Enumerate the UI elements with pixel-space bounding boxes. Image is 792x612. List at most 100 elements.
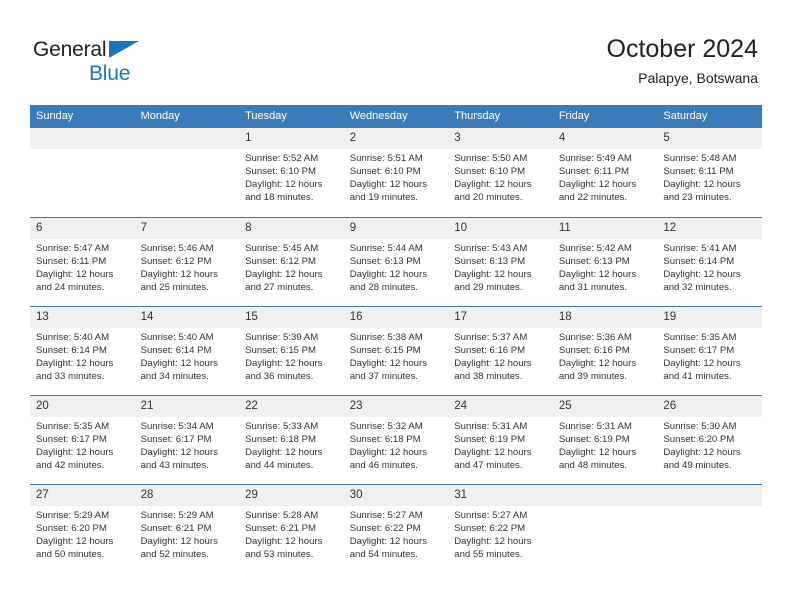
calendar-day-cell-empty <box>134 128 240 217</box>
daylight-text-line2: and 18 minutes. <box>245 192 314 204</box>
sunrise-text: Sunrise: 5:34 AM <box>140 420 214 432</box>
day-number: 31 <box>448 484 553 506</box>
daylight-text-line2: and 23 minutes. <box>663 192 732 204</box>
sunset-text: Sunset: 6:10 PM <box>349 166 421 178</box>
daylight-text-line1: Daylight: 12 hours <box>36 268 114 280</box>
calendar-day-cell[interactable]: 3 Sunrise: 5:50 AM Sunset: 6:10 PM Daylight… <box>448 128 553 217</box>
daylight-text-line1: Daylight: 12 hours <box>36 446 114 458</box>
daylight-text-line2: and 52 minutes. <box>140 548 209 560</box>
sunrise-text: Sunrise: 5:37 AM <box>454 331 528 343</box>
day-number: 4 <box>552 128 658 149</box>
calendar-day-cell[interactable]: 2 Sunrise: 5:51 AM Sunset: 6:10 PM Daylight… <box>343 128 449 217</box>
sunset-text: Sunset: 6:13 PM <box>558 255 630 267</box>
daylight-text-line2: and 48 minutes. <box>558 459 628 471</box>
sunrise-text: Sunrise: 5:40 AM <box>36 331 110 343</box>
daylight-text-line2: and 32 minutes. <box>663 281 732 293</box>
day-number: 21 <box>134 395 240 417</box>
sunrise-text: Sunrise: 5:38 AM <box>349 331 423 343</box>
sunset-text: Sunset: 6:14 PM <box>140 344 212 356</box>
daylight-text-line1: Daylight: 12 hours <box>558 446 637 458</box>
day-details: Sunrise: 5:46 AM Sunset: 6:12 PM Daylight:… <box>135 239 240 294</box>
daylight-text-line1: Daylight: 12 hours <box>140 268 218 280</box>
sunrise-text: Sunrise: 5:28 AM <box>245 509 319 521</box>
page-subtitle: Palapye, Botswana <box>638 70 758 86</box>
day-details: Sunrise: 5:40 AM Sunset: 6:14 PM Daylight:… <box>135 328 240 383</box>
day-details: Sunrise: 5:51 AM Sunset: 6:10 PM Daylight:… <box>344 149 449 204</box>
calendar-day-cell-empty <box>657 483 762 573</box>
day-number: 9 <box>343 217 449 239</box>
day-number: 8 <box>239 217 344 239</box>
general-blue-logo[interactable]: General Blue <box>33 38 223 86</box>
calendar-day-cell[interactable]: 17 Sunrise: 5:37 AM Sunset: 6:16 PM Dayligh… <box>448 305 553 395</box>
calendar-page: General Blue October 2024 Palapye, Botsw… <box>0 0 792 612</box>
sunrise-text: Sunrise: 5:35 AM <box>36 420 110 432</box>
daylight-text-line2: and 55 minutes. <box>454 548 523 560</box>
calendar-day-cell[interactable]: 4 Sunrise: 5:49 AM Sunset: 6:11 PM Daylight… <box>552 128 658 217</box>
calendar-week-row: 20 Sunrise: 5:35 AM Sunset: 6:17 PM Dayligh… <box>30 394 762 484</box>
calendar-day-cell[interactable]: 29 Sunrise: 5:28 AM Sunset: 6:21 PM Dayligh… <box>239 483 344 573</box>
calendar-day-cell[interactable]: 20 Sunrise: 5:35 AM Sunset: 6:17 PM Dayligh… <box>30 394 135 484</box>
calendar-day-cell[interactable]: 19 Sunrise: 5:35 AM Sunset: 6:17 PM Dayligh… <box>657 305 762 395</box>
daylight-text-line2: and 44 minutes. <box>245 459 314 471</box>
calendar-day-cell[interactable]: 24 Sunrise: 5:31 AM Sunset: 6:19 PM Dayligh… <box>448 394 553 484</box>
calendar-day-cell[interactable]: 31 Sunrise: 5:27 AM Sunset: 6:22 PM Dayligh… <box>448 483 553 573</box>
day-number: 20 <box>30 395 135 417</box>
weekday-header-row: Sunday Monday Tuesday Wednesday Thursday Frid… <box>30 105 762 128</box>
day-details: Sunrise: 5:37 AM Sunset: 6:16 PM Daylight:… <box>448 328 553 383</box>
calendar-day-cell[interactable]: 16 Sunrise: 5:38 AM Sunset: 6:15 PM Dayligh… <box>343 305 449 395</box>
day-details: Sunrise: 5:48 AM Sunset: 6:11 PM Daylight:… <box>657 149 762 204</box>
calendar-day-cell[interactable]: 5 Sunrise: 5:48 AM Sunset: 6:11 PM Daylight… <box>657 128 762 217</box>
sunrise-text: Sunrise: 5:47 AM <box>36 242 110 254</box>
day-details: Sunrise: 5:52 AM Sunset: 6:10 PM Daylight:… <box>239 149 344 204</box>
calendar-day-cell[interactable]: 23 Sunrise: 5:32 AM Sunset: 6:18 PM Dayligh… <box>343 394 449 484</box>
sunrise-text: Sunrise: 5:30 AM <box>663 420 737 432</box>
calendar-day-cell[interactable]: 12 Sunrise: 5:41 AM Sunset: 6:14 PM Dayligh… <box>657 216 762 306</box>
sunrise-text: Sunrise: 5:52 AM <box>245 153 319 164</box>
calendar-day-cell[interactable]: 14 Sunrise: 5:40 AM Sunset: 6:14 PM Dayligh… <box>134 305 240 395</box>
sunrise-text: Sunrise: 5:46 AM <box>140 242 214 254</box>
calendar-day-cell[interactable]: 10 Sunrise: 5:43 AM Sunset: 6:13 PM Dayligh… <box>448 216 553 306</box>
daylight-text-line2: and 47 minutes. <box>454 459 523 471</box>
sunrise-text: Sunrise: 5:42 AM <box>558 242 632 254</box>
day-number: 18 <box>552 306 658 328</box>
calendar-day-cell[interactable]: 8 Sunrise: 5:45 AM Sunset: 6:12 PM Daylight… <box>239 216 344 306</box>
daylight-text-line1: Daylight: 12 hours <box>140 446 218 458</box>
calendar-day-cell[interactable]: 26 Sunrise: 5:30 AM Sunset: 6:20 PM Dayligh… <box>657 394 762 484</box>
daylight-text-line1: Daylight: 12 hours <box>349 179 428 191</box>
calendar-day-cell[interactable]: 15 Sunrise: 5:39 AM Sunset: 6:15 PM Dayligh… <box>239 305 344 395</box>
calendar-day-cell[interactable]: 21 Sunrise: 5:34 AM Sunset: 6:17 PM Dayligh… <box>134 394 240 484</box>
sunset-text: Sunset: 6:21 PM <box>245 522 317 534</box>
daylight-text-line1: Daylight: 12 hours <box>245 446 323 458</box>
calendar-day-cell[interactable]: 22 Sunrise: 5:33 AM Sunset: 6:18 PM Dayligh… <box>239 394 344 484</box>
sunrise-text: Sunrise: 5:35 AM <box>663 331 737 343</box>
sunset-text: Sunset: 6:10 PM <box>454 166 526 178</box>
daylight-text-line1: Daylight: 12 hours <box>245 268 323 280</box>
sunset-text: Sunset: 6:18 PM <box>349 433 421 445</box>
day-number: 30 <box>343 484 449 506</box>
day-details: Sunrise: 5:45 AM Sunset: 6:12 PM Daylight:… <box>239 239 344 294</box>
daylight-text-line1: Daylight: 12 hours <box>454 535 532 547</box>
sunset-text: Sunset: 6:13 PM <box>454 255 526 267</box>
sunset-text: Sunset: 6:15 PM <box>245 344 317 356</box>
sunset-text: Sunset: 6:14 PM <box>663 255 735 267</box>
day-number: 6 <box>30 217 135 239</box>
calendar-day-cell[interactable]: 30 Sunrise: 5:27 AM Sunset: 6:22 PM Dayligh… <box>343 483 449 573</box>
calendar-day-cell[interactable]: 7 Sunrise: 5:46 AM Sunset: 6:12 PM Daylight… <box>134 216 240 306</box>
calendar-day-cell[interactable]: 9 Sunrise: 5:44 AM Sunset: 6:13 PM Daylight… <box>343 216 449 306</box>
daylight-text-line1: Daylight: 12 hours <box>349 446 428 458</box>
daylight-text-line2: and 53 minutes. <box>245 548 314 560</box>
day-number: 27 <box>30 484 135 506</box>
calendar-day-cell-empty <box>552 483 658 573</box>
sunset-text: Sunset: 6:17 PM <box>140 433 212 445</box>
calendar-day-cell[interactable]: 18 Sunrise: 5:36 AM Sunset: 6:16 PM Dayligh… <box>552 305 658 395</box>
calendar-day-cell[interactable]: 25 Sunrise: 5:31 AM Sunset: 6:19 PM Dayligh… <box>552 394 658 484</box>
sunset-text: Sunset: 6:14 PM <box>36 344 107 356</box>
daylight-text-line2: and 31 minutes. <box>558 281 628 293</box>
calendar-day-cell[interactable]: 11 Sunrise: 5:42 AM Sunset: 6:13 PM Dayligh… <box>552 216 658 306</box>
calendar-day-cell[interactable]: 6 Sunrise: 5:47 AM Sunset: 6:11 PM Daylight… <box>30 216 135 306</box>
day-number: 1 <box>239 128 344 149</box>
calendar-day-cell[interactable]: 28 Sunrise: 5:29 AM Sunset: 6:21 PM Dayligh… <box>134 483 240 573</box>
calendar-day-cell[interactable]: 1 Sunrise: 5:52 AM Sunset: 6:10 PM Daylight… <box>239 128 344 217</box>
calendar-day-cell[interactable]: 27 Sunrise: 5:29 AM Sunset: 6:20 PM Dayligh… <box>30 483 135 573</box>
calendar-day-cell[interactable]: 13 Sunrise: 5:40 AM Sunset: 6:14 PM Dayligh… <box>30 305 135 395</box>
